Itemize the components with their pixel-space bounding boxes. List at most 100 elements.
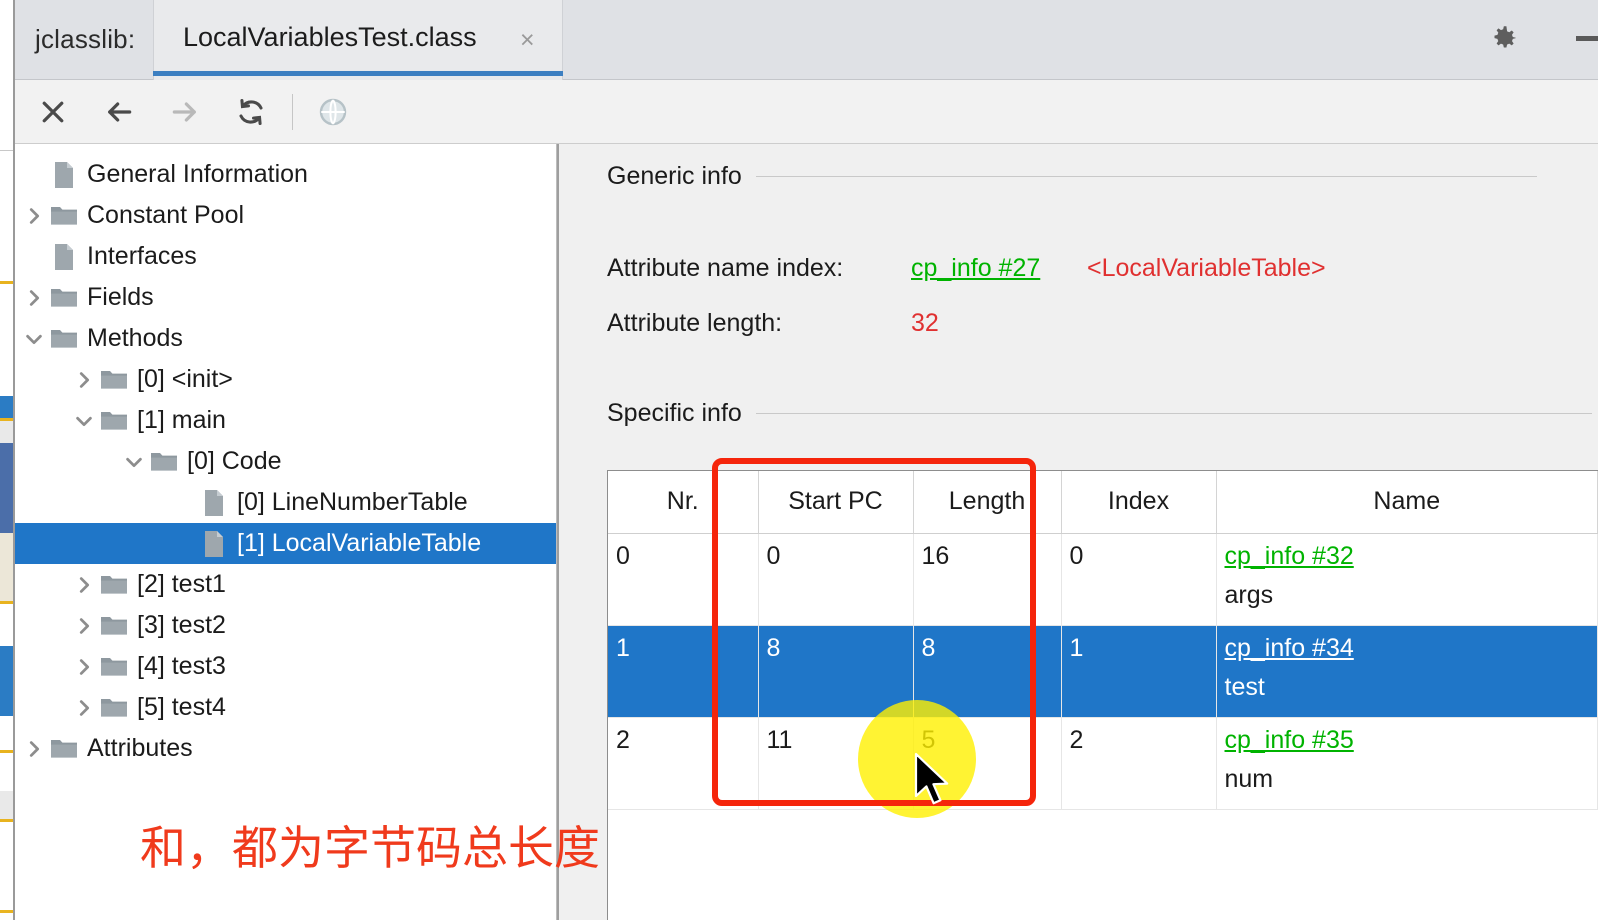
cell-name: cp_info #34 test: [1216, 625, 1598, 718]
tree-node-label: [2] test1: [137, 570, 226, 598]
table-row[interactable]: 0 0 16 0 cp_info #32 args: [608, 533, 1598, 626]
attribute-name-index-value: <LocalVariableTable>: [1087, 254, 1326, 282]
chevron-down-icon[interactable]: [71, 410, 97, 432]
generic-info-title: Generic info: [607, 162, 742, 190]
attribute-name-index-link[interactable]: cp_info #27: [911, 254, 1040, 283]
cp-info-link[interactable]: cp_info #32: [1225, 542, 1598, 571]
tree-node-4-test3[interactable]: [4] test3: [15, 646, 556, 687]
detail-pane: Generic info Attribute name index: cp_in…: [559, 144, 1598, 920]
chevron-right-icon[interactable]: [71, 615, 97, 637]
close-button[interactable]: [31, 90, 75, 134]
tree-node-2-test1[interactable]: [2] test1: [15, 564, 556, 605]
local-variable-table: Nr. Start PC Length Index Name 0 0 16 0 cp_info …: [608, 471, 1598, 810]
table-row[interactable]: 1 8 8 1 cp_info #34 test: [608, 625, 1598, 718]
tree-node-interfaces[interactable]: Interfaces: [15, 236, 556, 277]
tree-node-5-test4[interactable]: [5] test4: [15, 687, 556, 728]
tree-node-label: General Information: [87, 160, 308, 188]
class-tree: General Information Constant Pool Interfac…: [15, 144, 556, 769]
tree-node-3-test2[interactable]: [3] test2: [15, 605, 556, 646]
cp-info-link[interactable]: cp_info #34: [1225, 634, 1598, 663]
toolbar-separator: [292, 94, 293, 130]
tree-node-label: [1] LocalVariableTable: [237, 529, 482, 557]
tree-node-label: [5] test4: [137, 693, 226, 721]
tree-node-label: [3] test2: [137, 611, 226, 639]
tree-node-attributes[interactable]: Attributes: [15, 728, 556, 769]
column-header-name[interactable]: Name: [1216, 471, 1598, 534]
minimize-button[interactable]: [1576, 36, 1598, 41]
variable-name: test: [1224, 672, 1265, 701]
chevron-right-icon[interactable]: [21, 738, 47, 760]
tree-node-0-code[interactable]: [0] Code: [15, 441, 556, 482]
chevron-right-icon[interactable]: [21, 287, 47, 309]
tree-node-constant-pool[interactable]: Constant Pool: [15, 195, 556, 236]
specific-info-rule: [755, 413, 1592, 414]
folder-icon: [47, 737, 81, 761]
chevron-down-icon[interactable]: [21, 328, 47, 350]
cell-nr: 2: [608, 717, 759, 810]
local-variable-table-wrap[interactable]: Nr. Start PC Length Index Name 0 0 16 0 cp_info …: [607, 470, 1598, 920]
file-icon: [197, 489, 231, 517]
tree-node-general-information[interactable]: General Information: [15, 154, 556, 195]
cell-length: 5: [913, 717, 1062, 810]
cell-index: 2: [1061, 717, 1217, 810]
tree-node-fields[interactable]: Fields: [15, 277, 556, 318]
folder-icon: [47, 286, 81, 310]
column-header-index[interactable]: Index: [1061, 471, 1217, 534]
cell-start-pc: 0: [758, 533, 914, 626]
attribute-length-label: Attribute length:: [607, 309, 783, 337]
file-icon: [47, 243, 81, 271]
folder-icon: [147, 450, 181, 474]
cp-info-link[interactable]: cp_info #35: [1225, 726, 1598, 755]
folder-icon: [47, 204, 81, 228]
main-body: General Information Constant Pool Interfac…: [15, 144, 1598, 920]
chevron-down-icon[interactable]: [121, 451, 147, 473]
column-header-nr[interactable]: Nr.: [608, 471, 759, 534]
tree-node-0-linenumbertable[interactable]: [0] LineNumberTable: [15, 482, 556, 523]
tree-node-label: Methods: [87, 324, 183, 352]
table-body: 0 0 16 0 cp_info #32 args 1 8 8 1 cp_info #34 test 2…: [608, 533, 1598, 810]
cell-length: 16: [913, 533, 1062, 626]
tree-node-1-localvariabletable[interactable]: [1] LocalVariableTable: [15, 523, 556, 564]
jclasslib-window: jclasslib: LocalVariablesTest.class × Ge…: [15, 0, 1598, 920]
folder-icon: [97, 696, 131, 720]
back-button[interactable]: [97, 90, 141, 134]
table-row[interactable]: 2 11 5 2 cp_info #35 num: [608, 717, 1598, 810]
globe-icon[interactable]: [311, 90, 355, 134]
tree-node-label: Constant Pool: [87, 201, 245, 229]
cell-start-pc: 11: [758, 717, 914, 810]
reload-button[interactable]: [229, 90, 273, 134]
chevron-right-icon[interactable]: [71, 697, 97, 719]
folder-icon: [47, 327, 81, 351]
chevron-right-icon[interactable]: [71, 656, 97, 678]
forward-button[interactable]: [163, 90, 207, 134]
generic-info-rule: [755, 176, 1537, 177]
tree-node-label: Interfaces: [87, 242, 197, 270]
folder-icon: [97, 573, 131, 597]
class-tree-pane[interactable]: General Information Constant Pool Interfac…: [15, 144, 557, 920]
cell-nr: 1: [608, 625, 759, 718]
chevron-right-icon[interactable]: [71, 574, 97, 596]
generic-info-heading: Generic info: [607, 162, 1537, 191]
column-header-start-pc[interactable]: Start PC: [758, 471, 914, 534]
tree-node-methods[interactable]: Methods: [15, 318, 556, 359]
variable-name: num: [1224, 764, 1274, 793]
tree-node-1-main[interactable]: [1] main: [15, 400, 556, 441]
cell-index: 0: [1061, 533, 1217, 626]
column-header-length[interactable]: Length: [913, 471, 1062, 534]
cell-start-pc: 8: [758, 625, 914, 718]
cell-length: 8: [913, 625, 1062, 718]
folder-icon: [97, 409, 131, 433]
variable-name: args: [1224, 580, 1274, 609]
tab-active-indicator: [153, 71, 563, 76]
tree-node-0-init[interactable]: [0] <init>: [15, 359, 556, 400]
tab-title: LocalVariablesTest.class: [183, 22, 477, 52]
gear-icon[interactable]: [1486, 22, 1520, 56]
chevron-right-icon[interactable]: [71, 369, 97, 391]
tree-node-label: [0] <init>: [137, 365, 233, 393]
tree-node-label: [4] test3: [137, 652, 226, 680]
background-window-strip: [0, 0, 14, 920]
close-icon[interactable]: ×: [520, 28, 535, 53]
attribute-length-value: 32: [911, 309, 939, 337]
chevron-right-icon[interactable]: [21, 205, 47, 227]
folder-icon: [97, 368, 131, 392]
